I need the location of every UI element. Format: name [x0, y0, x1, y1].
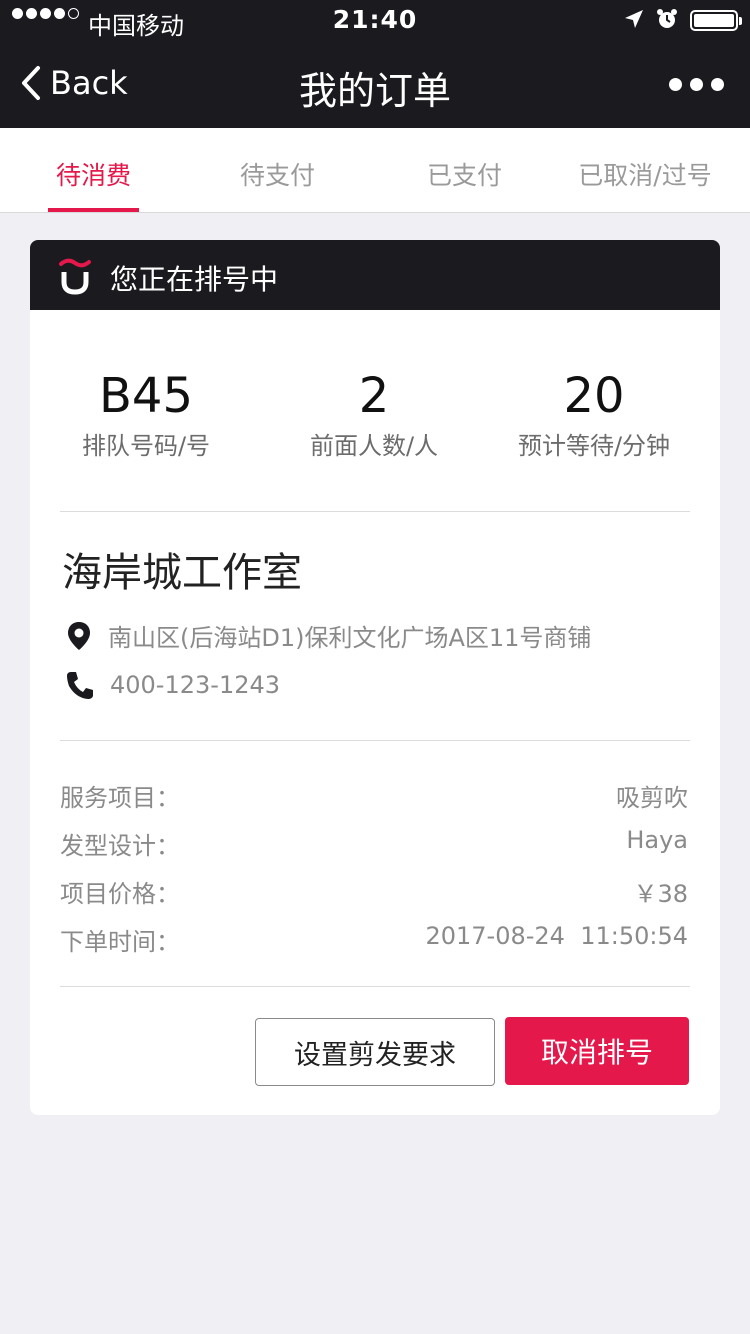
divider: [60, 986, 690, 987]
queue-status-text: 您正在排号中: [110, 263, 279, 296]
detail-row-service: 服务项目： 吸剪吹: [60, 778, 688, 818]
queue-number-label: 排队号码/号: [81, 432, 211, 460]
location-pin-icon: [68, 621, 90, 650]
tab-cancelled-expired[interactable]: 已取消/过号: [570, 156, 720, 192]
queue-number-stat: B45 排队号码/号: [30, 368, 276, 461]
set-haircut-requirements-button[interactable]: 设置剪发要求: [255, 1018, 495, 1086]
page-title: 我的订单: [298, 69, 451, 113]
detail-value: 吸剪吹: [616, 784, 688, 812]
more-options-button[interactable]: [669, 78, 724, 91]
brand-logo-icon: [58, 256, 92, 300]
tab-pending-payment[interactable]: 待支付: [232, 156, 323, 192]
cancel-queue-button[interactable]: 取消排号: [505, 1017, 689, 1085]
detail-value: 2017-08-24 11:50:54: [425, 922, 688, 950]
shop-name: 海岸城工作室: [62, 550, 302, 596]
detail-row-price: 项目价格： ￥38: [60, 874, 688, 914]
detail-value: ￥38: [633, 880, 688, 908]
more-dot-icon: [669, 78, 682, 91]
more-dot-icon: [711, 78, 724, 91]
phone-icon: [67, 672, 93, 699]
detail-row-stylist: 发型设计： Haya: [60, 826, 688, 866]
alarm-clock-icon: [656, 8, 678, 34]
card-header: 您正在排号中: [30, 240, 720, 310]
location-arrow-icon: [624, 9, 644, 33]
detail-label: 服务项目：: [60, 784, 180, 812]
divider: [60, 740, 690, 741]
address-row[interactable]: 南山区(后海站D1)保利文化广场A区11号商铺: [66, 618, 591, 653]
navigation-bar: Back 我的订单: [0, 40, 750, 128]
detail-row-order-time: 下单时间： 2017-08-24 11:50:54: [60, 922, 688, 962]
active-tab-indicator: [48, 208, 139, 212]
shop-address: 南山区(后海站D1)保利文化广场A区11号商铺: [108, 624, 592, 652]
detail-label: 项目价格：: [60, 880, 180, 908]
estimated-wait-label: 预计等待/分钟: [517, 432, 671, 460]
battery-icon: [690, 10, 742, 31]
tab-pending-consumption[interactable]: 待消费: [48, 156, 139, 192]
queue-order-card: 您正在排号中 B45 排队号码/号 2 前面人数/人 20 预计等待/分钟 海岸…: [30, 240, 720, 1115]
queue-number-value: B45: [98, 368, 193, 424]
more-dot-icon: [690, 78, 703, 91]
shop-phone: 400-123-1243: [110, 671, 281, 699]
detail-label: 下单时间：: [60, 928, 180, 956]
estimated-wait-stat: 20 预计等待/分钟: [464, 368, 720, 461]
detail-value: Haya: [626, 826, 688, 854]
tab-paid[interactable]: 已支付: [419, 156, 510, 192]
phone-row[interactable]: 400-123-1243: [66, 670, 280, 700]
status-bar: 中国移动 21:40: [0, 0, 750, 40]
order-status-tabs: 待消费 待支付 已支付 已取消/过号: [0, 128, 750, 213]
detail-label: 发型设计：: [60, 832, 180, 860]
divider: [60, 511, 690, 512]
estimated-wait-value: 20: [563, 368, 625, 424]
